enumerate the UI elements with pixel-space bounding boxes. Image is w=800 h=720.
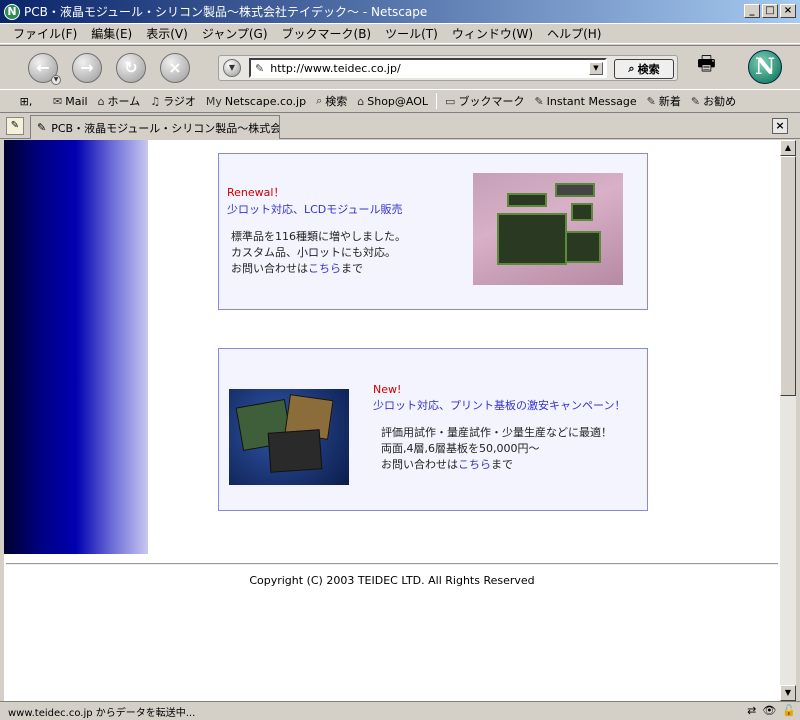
promo-text-line: まで [491,458,513,471]
footer-divider [6,563,778,565]
promo-text-line: お問い合わせは [231,262,308,275]
netscape-app-icon: N [4,3,20,20]
menu-view[interactable]: 表示(V) [139,25,195,42]
connection-icon[interactable]: ⇄ [747,704,756,717]
netscape-logo-icon[interactable]: N [748,50,782,84]
tab-bar: ✎ ✎ PCB・液晶モジュール・シリコン製品～株式会... × [0,113,800,139]
navigation-toolbar: ← ▼ → ↻ × ▼ ✎ http://www.teidec.co.jp/ ▼… [0,45,800,89]
search-icon: ⌕ [316,94,323,107]
contact-link[interactable]: こちら [458,458,491,471]
tab-label: PCB・液晶モジュール・シリコン製品～株式会... [51,121,280,135]
promo-text-line: まで [341,262,363,275]
radio-icon: ♫ [150,94,161,108]
security-lock-icon[interactable]: 🔓 [782,704,796,717]
promo-text-line: 両面,4層,6層基板を50,000円～ [381,442,540,455]
close-button[interactable]: × [780,4,796,18]
bookmark-mail[interactable]: ✉ Mail [48,95,93,108]
decorative-gradient-sidebar [4,140,148,554]
status-bar: www.teidec.co.jp からデータを転送中... ⇄ 👁 🔓 [0,701,800,720]
bookmark-recommend[interactable]: ✎ お勧め [686,93,741,109]
my-netscape-icon: My [205,94,222,108]
scroll-down-button[interactable]: ▼ [780,685,796,701]
page-icon: ✎ [37,121,47,134]
back-arrow-icon: ← [36,58,50,77]
reload-button[interactable]: ↻ [116,52,146,83]
folder-icon: ▭ [445,94,456,108]
maximize-button[interactable]: □ [762,4,778,18]
back-button[interactable]: ← ▼ [28,52,61,85]
bookmark-instant-message[interactable]: ✎ Instant Message [529,95,641,108]
privacy-icon[interactable]: 👁 [762,704,776,717]
bookmark-shop-aol[interactable]: ⌂ Shop@AOL [352,95,433,108]
pcb-boards-photo[interactable] [229,389,349,485]
location-bar: ▼ ✎ http://www.teidec.co.jp/ ▼ [218,55,678,81]
personal-toolbar-grip-icon[interactable]: ⊞, [4,91,48,111]
location-dropdown-button[interactable]: ▼ [223,59,241,77]
url-input[interactable]: ✎ http://www.teidec.co.jp/ ▼ [249,58,607,78]
magnifier-icon: ⌕ [628,62,635,75]
status-text: www.teidec.co.jp からデータを転送中... [8,707,196,719]
menu-go[interactable]: ジャンプ(G) [195,25,275,42]
menu-edit[interactable]: 編集(E) [84,25,139,42]
bookmark-home[interactable]: ⌂ ホーム [93,93,146,109]
print-icon[interactable]: 🖶 [697,49,727,79]
bookmark-folder[interactable]: ▭ ブックマーク [440,93,529,109]
promo-text-line: 評価用試作・量産試作・少量生産などに最適！ [381,426,612,439]
promo-text-line: 標準品を116種類に増やしました。 [231,230,406,243]
close-tab-button[interactable]: × [772,118,788,134]
forward-arrow-icon: → [80,58,94,77]
menu-tools[interactable]: ツール(T) [378,25,445,42]
promo-text-line: お問い合わせは [381,458,458,471]
bookmark-link-icon: ✎ [534,94,544,108]
copyright-text: Copyright (C) 2003 TEIDEC LTD. All Right… [249,574,535,587]
new-tab-icon[interactable]: ✎ [6,117,24,135]
search-button[interactable]: ⌕ 検索 [614,59,674,79]
window-title: PCB・液晶モジュール・シリコン製品～株式会社テイデック～ - Netscape [24,5,428,19]
menu-file[interactable]: ファイル(F) [6,25,84,42]
forward-button[interactable]: → [72,52,102,83]
vertical-scrollbar[interactable]: ▲ ▼ [780,140,796,701]
promo-headline-pcb[interactable]: 少ロット対応、プリント基板の激安キャンペーン！ [373,397,643,413]
bookmark-search[interactable]: ⌕ 検索 [311,93,352,109]
tab-teidec[interactable]: ✎ PCB・液晶モジュール・シリコン製品～株式会... [30,115,280,139]
mail-icon: ✉ [53,94,63,108]
shop-icon: ⌂ [357,94,365,108]
bookmark-radio[interactable]: ♫ ラジオ [145,93,201,109]
bookmark-pin-icon[interactable]: ✎ [255,62,264,75]
menu-help[interactable]: ヘルプ(H) [540,25,608,42]
scroll-up-button[interactable]: ▲ [780,140,796,156]
page-content: Renewal！ 少ロット対応、LCDモジュール販売 標準品を116種類に増やし… [4,140,780,701]
stop-icon: × [168,58,182,77]
bookmark-link-icon: ✎ [690,94,701,108]
url-history-arrow-icon[interactable]: ▼ [589,62,603,75]
promo-text-line: カスタム品、小ロットにも対応。 [231,246,396,259]
reload-icon: ↻ [124,58,138,77]
contact-link[interactable]: こちら [308,262,341,275]
toolbar-separator [436,93,438,109]
promo-tag-new: New! [373,383,402,396]
menu-bar: ファイル(F) 編集(E) 表示(V) ジャンプ(G) ブックマーク(B) ツー… [0,24,800,44]
lcd-module-photo[interactable] [473,173,623,285]
scroll-thumb[interactable] [780,156,796,396]
title-bar: N PCB・液晶モジュール・シリコン製品～株式会社テイデック～ - Netsca… [0,0,800,24]
promo-headline-lcd[interactable]: 少ロット対応、LCDモジュール販売 [227,201,467,217]
home-icon: ⌂ [97,94,105,108]
stop-button[interactable]: × [160,52,190,83]
menu-window[interactable]: ウィンドウ(W) [445,25,540,42]
promo-tag-renewal: Renewal！ [227,186,285,199]
menu-bookmarks[interactable]: ブックマーク(B) [275,25,379,42]
search-button-label: 検索 [637,63,660,76]
minimize-button[interactable]: _ [744,4,760,18]
bookmark-netscape[interactable]: My Netscape.co.jp [201,95,311,108]
promo-lcd-module: Renewal！ 少ロット対応、LCDモジュール販売 標準品を116種類に増やし… [218,153,648,310]
promo-pcb-campaign: New! 少ロット対応、プリント基板の激安キャンペーン！ 評価用試作・量産試作・… [218,348,648,511]
url-text: http://www.teidec.co.jp/ [270,61,401,75]
personal-toolbar: ⊞, ✉ Mail ⌂ ホーム ♫ ラジオ My Netscape.co.jp ⌕ 検索 … [0,89,800,113]
back-history-dropdown-icon[interactable]: ▼ [51,74,61,85]
bookmark-link-icon: ✎ [646,94,656,108]
bookmark-new[interactable]: ✎ 新着 [642,93,686,109]
